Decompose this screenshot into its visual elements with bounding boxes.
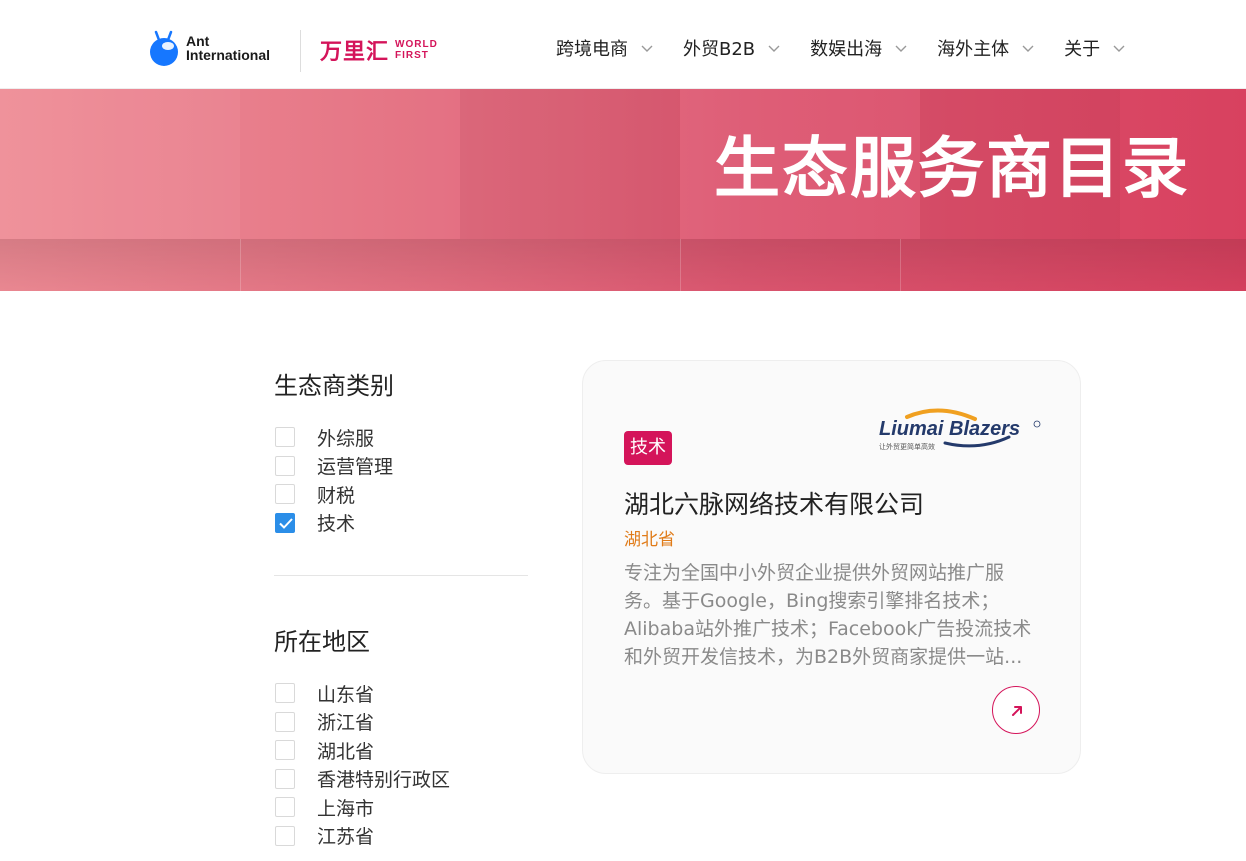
nav-item-cross-border[interactable]: 跨境电商 xyxy=(556,34,654,62)
nav-item-overseas-entity[interactable]: 海外主体 xyxy=(937,34,1035,62)
nav-label: 关于 xyxy=(1064,39,1101,60)
site-header: Ant International 万里汇 WORLD FIRST 跨境电商 外… xyxy=(0,0,1246,89)
nav-label: 跨境电商 xyxy=(556,39,628,60)
company-logo: Liumai Blazers 让外贸更简单高效 xyxy=(879,407,1043,453)
chevron-down-icon xyxy=(1112,41,1126,55)
hero-banner: 生态服务商目录 xyxy=(0,89,1246,291)
ant-brand-line2: International xyxy=(186,47,271,63)
ant-brand-line1: Ant xyxy=(186,33,210,49)
category-option[interactable]: 技术 xyxy=(275,509,393,538)
chevron-down-icon xyxy=(767,41,781,55)
checkbox-checked[interactable] xyxy=(275,512,295,533)
checkbox[interactable] xyxy=(275,797,295,818)
ant-international-logo[interactable]: Ant International xyxy=(148,28,270,68)
region-option[interactable]: 浙江省 xyxy=(275,708,450,737)
checkbox[interactable] xyxy=(275,711,295,732)
wf-brand-en-line1: WORLD xyxy=(395,39,438,50)
region-option[interactable]: 上海市 xyxy=(275,793,450,822)
open-detail-button[interactable] xyxy=(992,686,1040,734)
check-icon xyxy=(279,518,293,529)
world-first-logo[interactable]: 万里汇 WORLD FIRST xyxy=(320,34,438,66)
company-description: 专注为全国中小外贸企业提供外贸网站推广服务。基于Google，Bing搜索引擎排… xyxy=(624,562,1032,668)
wf-brand-en-line2: FIRST xyxy=(395,50,429,61)
nav-label: 海外主体 xyxy=(937,39,1010,60)
category-option[interactable]: 运营管理 xyxy=(275,452,393,481)
region-option[interactable]: 山东省 xyxy=(275,679,450,708)
wf-brand-cn: 万里汇 xyxy=(320,40,390,65)
checkbox[interactable] xyxy=(275,825,295,846)
main-nav: 跨境电商 外贸B2B 数娱出海 海外主体 关于 xyxy=(556,34,1126,62)
svg-text:让外贸更简单高效: 让外贸更简单高效 xyxy=(879,442,935,451)
region-filter-list: 山东省 浙江省 湖北省 香港特别行政区 上海市 江苏省 xyxy=(275,679,450,850)
nav-item-b2b[interactable]: 外贸B2B xyxy=(683,34,781,62)
category-filter-title: 生态商类别 xyxy=(274,372,394,400)
provider-card[interactable]: 技术 Liumai Blazers 让外贸更简单高效 湖北六脉网络技术有限公司 … xyxy=(582,360,1081,774)
company-region: 湖北省 xyxy=(624,530,675,550)
logo-divider xyxy=(300,30,301,72)
region-option[interactable]: 香港特别行政区 xyxy=(275,765,450,794)
checkbox[interactable] xyxy=(275,484,295,505)
region-option[interactable]: 湖北省 xyxy=(275,736,450,765)
checkbox[interactable] xyxy=(275,740,295,761)
region-filter-title: 所在地区 xyxy=(274,628,370,656)
chevron-down-icon xyxy=(640,41,654,55)
category-tag: 技术 xyxy=(624,431,672,465)
checkbox[interactable] xyxy=(275,683,295,704)
nav-item-digital-entertainment[interactable]: 数娱出海 xyxy=(810,34,908,62)
checkbox[interactable] xyxy=(275,427,295,448)
chevron-down-icon xyxy=(894,41,908,55)
checkbox[interactable] xyxy=(275,768,295,789)
filter-divider xyxy=(274,575,528,576)
nav-label: 数娱出海 xyxy=(810,39,883,60)
chevron-down-icon xyxy=(1021,41,1035,55)
category-filter-list: 外综服 运营管理 财税 技术 xyxy=(275,423,393,537)
svg-text:Liumai Blazers: Liumai Blazers xyxy=(879,418,1020,440)
arrow-up-right-icon xyxy=(1012,706,1022,716)
category-option[interactable]: 外综服 xyxy=(275,423,393,452)
checkbox[interactable] xyxy=(275,455,295,476)
region-option[interactable]: 江苏省 xyxy=(275,822,450,851)
company-name[interactable]: 湖北六脉网络技术有限公司 xyxy=(624,485,924,521)
nav-label: 外贸B2B xyxy=(683,39,756,60)
nav-item-about[interactable]: 关于 xyxy=(1064,34,1126,62)
banner-title: 生态服务商目录 xyxy=(714,130,1190,207)
ant-logo-icon xyxy=(148,30,180,66)
category-option[interactable]: 财税 xyxy=(275,480,393,509)
